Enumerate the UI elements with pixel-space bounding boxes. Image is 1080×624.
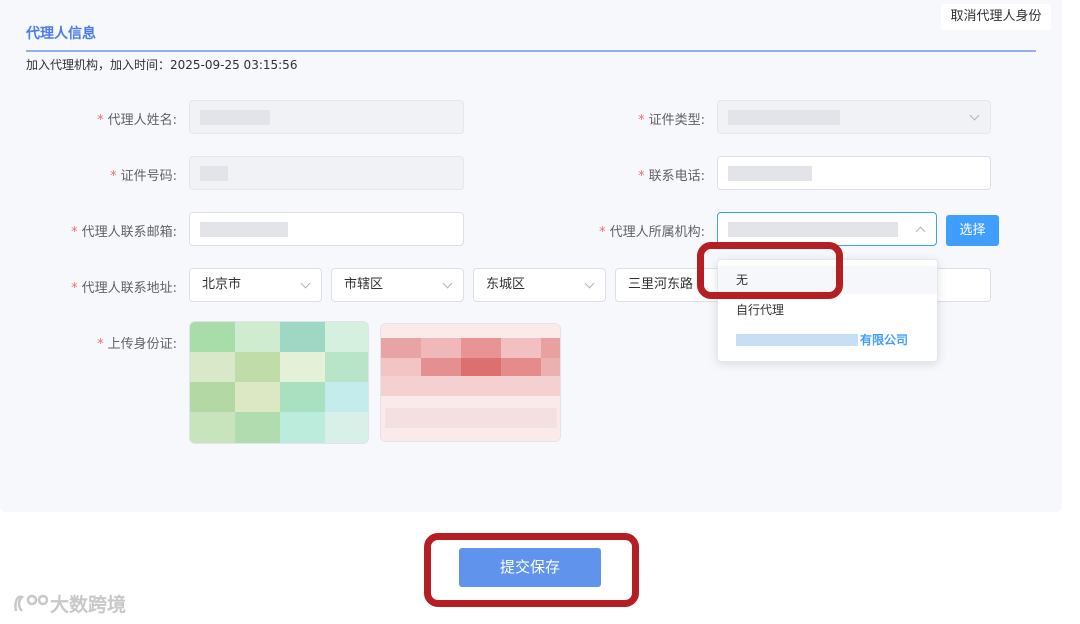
city-select[interactable]: 市辖区: [331, 268, 464, 302]
cancel-agent-button[interactable]: 取消代理人身份: [941, 4, 1051, 30]
email-label: * 代理人联系邮箱:: [71, 225, 177, 240]
address-label: * 代理人联系地址:: [71, 281, 177, 296]
org-option-company[interactable]: 有限公司: [718, 326, 937, 354]
redacted-value: [200, 166, 228, 181]
chevron-down-icon: [584, 278, 595, 289]
chevron-up-icon: [915, 226, 926, 237]
redacted-value: [200, 222, 288, 237]
title-divider: [26, 50, 1036, 52]
email-field[interactable]: [189, 212, 464, 246]
redacted-value: [728, 166, 812, 181]
chevron-down-icon: [300, 278, 311, 289]
name-label: * 代理人姓名:: [97, 113, 177, 128]
id-type-label: * 证件类型:: [638, 113, 705, 128]
redacted-value: [728, 222, 898, 237]
id-card-front-upload[interactable]: [189, 321, 369, 444]
join-info-text: 加入代理机构，加入时间：2025-09-25 03:15:56: [26, 58, 298, 72]
province-select[interactable]: 北京市: [189, 268, 322, 302]
watermark-logo-icon: [14, 594, 49, 612]
id-card-front-image: [190, 322, 368, 443]
id-type-select[interactable]: [717, 100, 991, 134]
section-title: 代理人信息: [26, 26, 96, 42]
district-select[interactable]: 东城区: [473, 268, 606, 302]
redacted-value: [200, 110, 270, 125]
watermark: 大数跨境: [10, 590, 126, 617]
highlight-box-none-option: [697, 242, 843, 299]
street-value: 三里河东路: [628, 277, 694, 292]
highlight-box-submit: [424, 533, 639, 607]
org-option-self[interactable]: 自行代理: [718, 296, 937, 324]
phone-field[interactable]: [717, 156, 991, 190]
redacted-value: [728, 110, 840, 125]
chevron-down-icon: [969, 110, 980, 121]
org-select[interactable]: [717, 212, 937, 246]
id-number-field[interactable]: [189, 156, 464, 190]
city-value: 市辖区: [344, 277, 384, 292]
upload-label: * 上传身份证:: [97, 337, 177, 352]
phone-label: * 联系电话:: [638, 169, 705, 184]
select-org-button[interactable]: 选择: [946, 215, 999, 246]
name-field[interactable]: [189, 100, 464, 134]
company-suffix: 有限公司: [860, 333, 909, 347]
chevron-down-icon: [442, 278, 453, 289]
watermark-text: 大数跨境: [50, 594, 127, 616]
province-value: 北京市: [202, 277, 242, 292]
id-number-label: * 证件号码:: [110, 169, 177, 184]
redacted-company-name: [736, 334, 858, 346]
district-value: 东城区: [486, 277, 526, 292]
org-label: * 代理人所属机构:: [599, 225, 705, 240]
id-card-back-upload[interactable]: [380, 323, 561, 442]
id-card-back-image: [381, 324, 560, 441]
